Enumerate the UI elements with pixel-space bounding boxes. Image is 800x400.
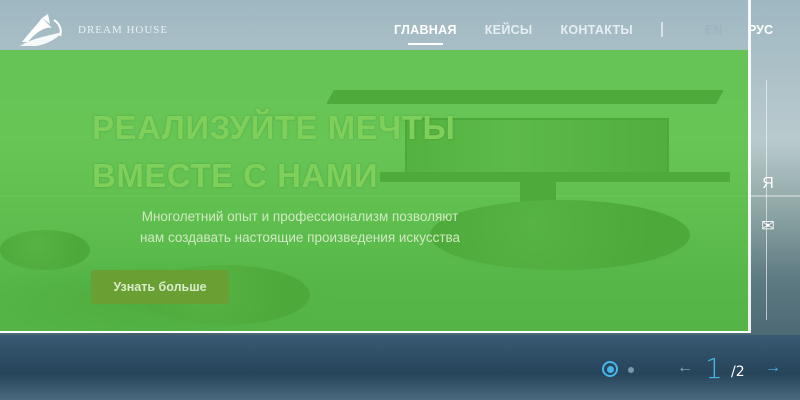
nav-item-home[interactable]: ГЛАВНАЯ (394, 23, 457, 45)
hero-subtitle-line: нам создавать настоящие произведения иск… (139, 230, 461, 245)
side-vertical-line (766, 80, 767, 320)
slider-total-pages: /2 (731, 364, 745, 380)
overlay-bottom-border (0, 331, 750, 333)
slider-dot[interactable] (628, 367, 634, 373)
lang-en-button[interactable]: EN (705, 23, 722, 37)
hero-subtitle-line: Многолетний опыт и профессионализм позво… (141, 209, 459, 224)
nav-divider (661, 22, 663, 37)
brand-name: DREAM HOUSE (78, 24, 169, 36)
slider-current-page: 1 (705, 352, 723, 385)
mail-icon[interactable]: ✉ (756, 214, 780, 238)
lang-ru-button[interactable]: РУС (748, 23, 773, 37)
learn-more-button[interactable]: Узнать больше (91, 270, 229, 304)
dream-house-logo-icon (20, 14, 62, 46)
hero-subtitle: Многолетний опыт и профессионализм позво… (90, 206, 510, 248)
nav-item-contacts[interactable]: КОНТАКТЫ (560, 23, 632, 45)
slider-next-arrow-icon[interactable]: → (765, 359, 781, 377)
hero-title: РЕАЛИЗУЙТЕ МЕЧТЫ ВМЕСТЕ С НАМИ (92, 104, 612, 200)
main-nav: ГЛАВНАЯ КЕЙСЫ КОНТАКТЫ (394, 23, 633, 45)
site-header: DREAM HOUSE ГЛАВНАЯ КЕЙСЫ КОНТАКТЫ EN РУ… (0, 0, 800, 58)
hero-title-line: ВМЕСТЕ С НАМИ (92, 157, 379, 194)
yandex-icon[interactable]: Я (756, 172, 780, 196)
nav-item-cases[interactable]: КЕЙСЫ (485, 23, 533, 45)
slider-prev-arrow-icon[interactable]: ← (677, 359, 693, 377)
slider-dot-active[interactable] (602, 361, 618, 377)
logo[interactable]: DREAM HOUSE (18, 12, 168, 48)
hero-title-line: РЕАЛИЗУЙТЕ МЕЧТЫ (92, 109, 456, 146)
